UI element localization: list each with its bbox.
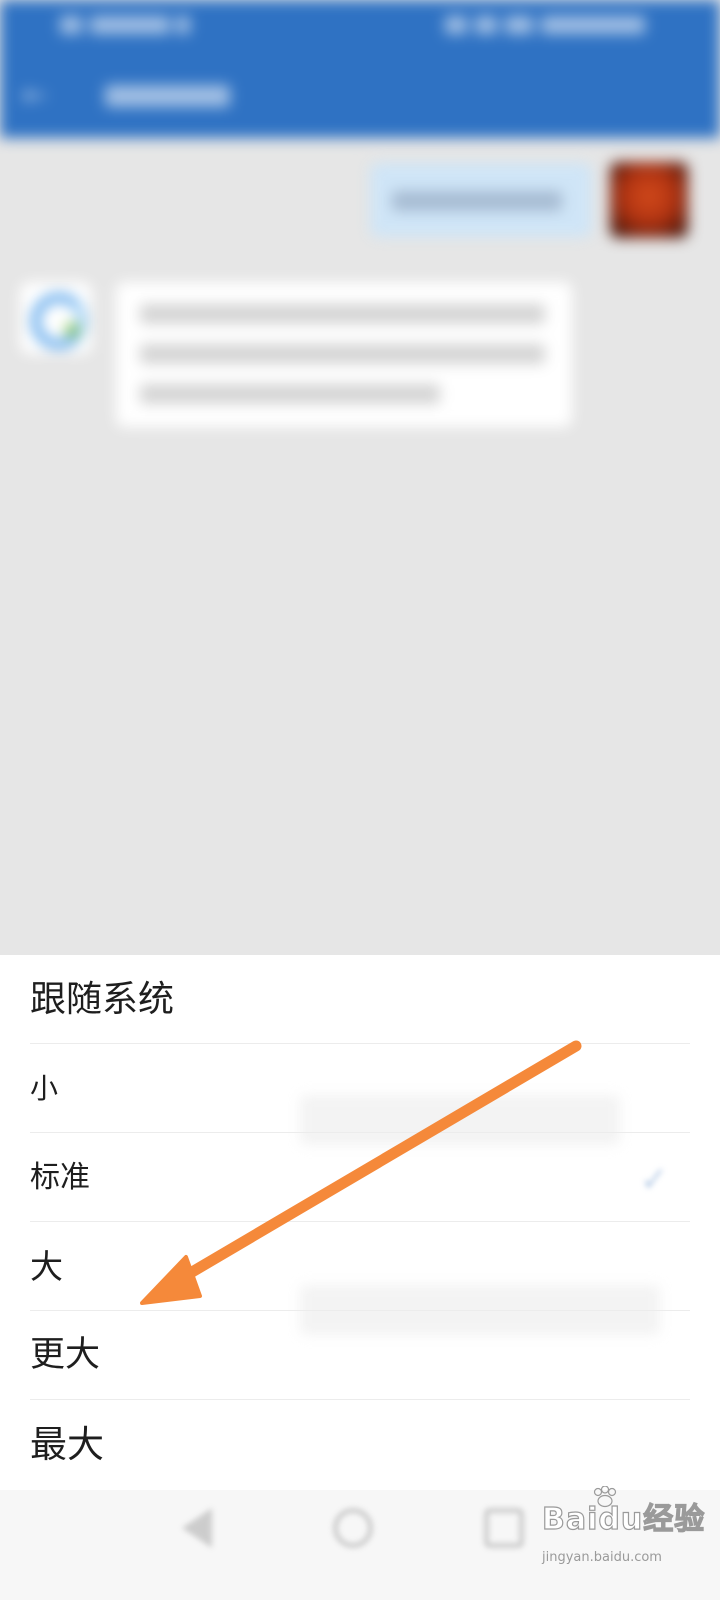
watermark-brand: Baidu经验: [541, 1501, 706, 1537]
user-avatar: [610, 162, 688, 238]
watermark-url: jingyan.baidu.com: [542, 1550, 662, 1565]
status-bar-right: [445, 10, 645, 40]
circle-home-icon[interactable]: [333, 1508, 373, 1548]
page-title-blurred: [105, 85, 230, 107]
font-size-option-label: 大: [30, 1247, 63, 1286]
checkmark-icon: ✓: [640, 1160, 669, 1200]
font-size-option-label: 更大: [30, 1335, 101, 1375]
square-recent-icon[interactable]: [484, 1508, 524, 1548]
font-size-option-label: 跟随系统: [30, 979, 175, 1020]
font-size-option-larger[interactable]: 更大: [30, 1311, 690, 1400]
back-arrow-icon[interactable]: ←: [22, 80, 54, 112]
triangle-back-icon[interactable]: [182, 1508, 212, 1548]
assistant-avatar: [20, 282, 92, 354]
font-size-option-largest[interactable]: 最大: [30, 1400, 690, 1489]
font-size-option-label: 小: [30, 1072, 59, 1105]
font-size-option-label: 标准: [30, 1160, 90, 1195]
chat-bubble-outgoing: [370, 163, 592, 237]
chat-bubble-incoming: [116, 282, 572, 427]
font-size-option-small[interactable]: 小: [30, 1044, 690, 1133]
font-size-option-large[interactable]: 大: [30, 1222, 690, 1311]
baidu-jingyan-watermark: Baidu经验 jingyan.baidu.com: [540, 1486, 715, 1584]
font-size-option-standard[interactable]: 标准: [30, 1133, 690, 1222]
font-size-option-system[interactable]: 跟随系统: [30, 955, 690, 1044]
font-size-option-label: 最大: [30, 1423, 104, 1466]
app-header: ←: [0, 0, 720, 138]
status-bar-left: [60, 10, 190, 40]
